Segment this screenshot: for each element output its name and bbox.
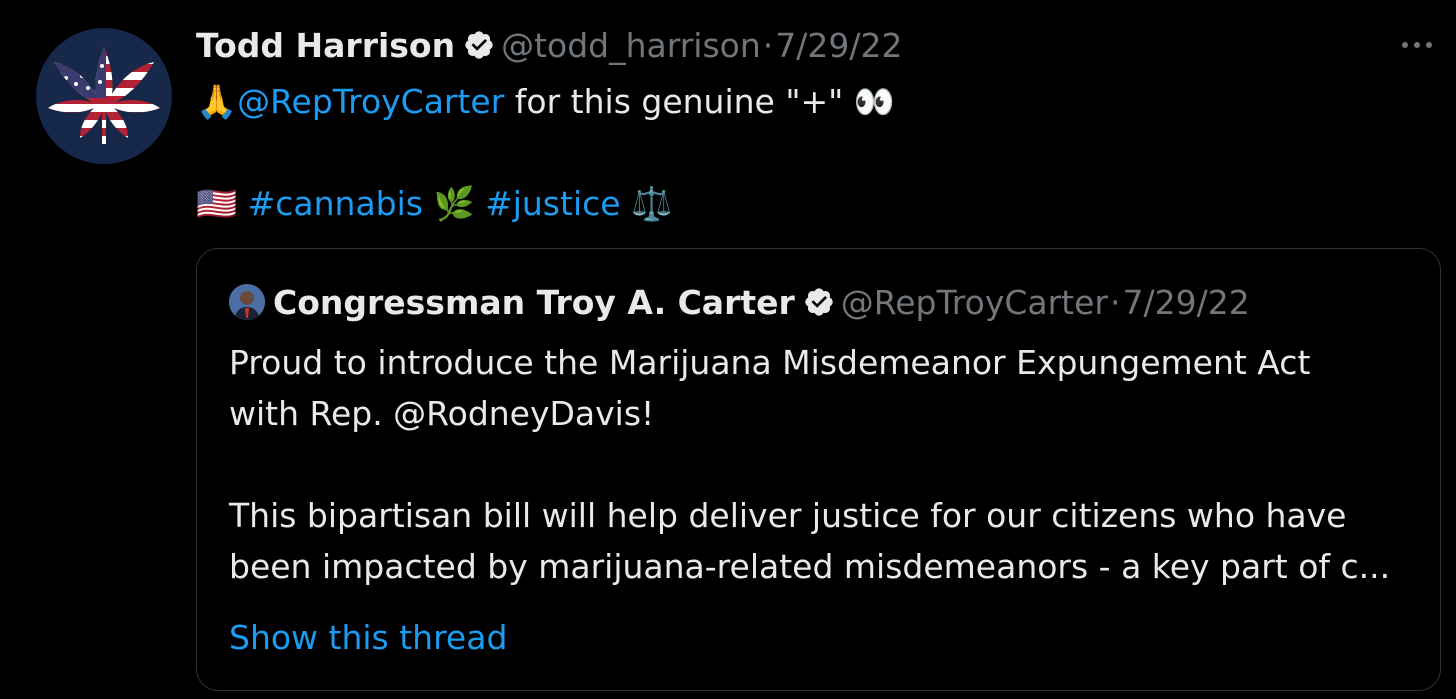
quoted-tweet[interactable]: Congressman Troy A. Carter @RepTroyCarte… <box>196 248 1441 691</box>
hashtag-justice-link[interactable]: #justice <box>485 180 620 228</box>
person-avatar-icon <box>229 284 265 320</box>
hashtag-cannabis-link[interactable]: #cannabis <box>248 180 423 228</box>
herb-emoji: 🌿 <box>433 184 475 223</box>
tweet-line-2: 🇺🇸 #cannabis 🌿 #justice ⚖️ <box>196 180 895 228</box>
quoted-tweet-body: Proud to introduce the Marijuana Misdeme… <box>229 337 1390 592</box>
eyes-emoji: 👀 <box>853 82 895 121</box>
quoted-text-line: been impacted by marijuana-related misde… <box>229 547 1391 586</box>
author-avatar[interactable] <box>36 28 172 164</box>
quoted-author-name[interactable]: Congressman Troy A. Carter <box>273 283 795 322</box>
quoted-author-avatar[interactable] <box>229 284 265 320</box>
quoted-tweet-header: Congressman Troy A. Carter @RepTroyCarte… <box>229 279 1250 325</box>
quoted-text-line: This bipartisan bill will help deliver j… <box>229 496 1347 535</box>
more-options-button[interactable] <box>1400 36 1434 48</box>
tweet-date[interactable]: 7/29/22 <box>775 26 902 65</box>
more-horizontal-icon <box>1402 42 1432 48</box>
separator-dot: · <box>1110 282 1121 322</box>
tweet-text-fragment: for this genuine "+" <box>504 82 854 121</box>
folded-hands-emoji: 🙏 <box>196 82 238 121</box>
tweet-header: Todd Harrison @todd_harrison · 7/29/22 <box>196 22 903 68</box>
separator-dot: · <box>762 25 774 65</box>
scales-emoji: ⚖️ <box>631 184 673 223</box>
author-name[interactable]: Todd Harrison <box>196 26 455 65</box>
tweet-body: 🙏 @RepTroyCarter for this genuine "+" 👀 … <box>196 78 895 228</box>
quoted-author-handle[interactable]: @RepTroyCarter <box>841 283 1108 322</box>
author-handle[interactable]: @todd_harrison <box>501 26 761 65</box>
tweet[interactable]: Todd Harrison @todd_harrison · 7/29/22 🙏… <box>0 0 1456 699</box>
verified-badge-icon <box>463 29 495 61</box>
verified-badge-icon <box>803 286 835 318</box>
quoted-tweet-date[interactable]: 7/29/22 <box>1123 283 1250 322</box>
cannabis-leaf-flag-icon <box>48 46 160 144</box>
quoted-text-line: Proud to introduce the Marijuana Misdeme… <box>229 343 1311 382</box>
tweet-line-1: 🙏 @RepTroyCarter for this genuine "+" 👀 <box>196 78 895 126</box>
mention-link[interactable]: @RepTroyCarter <box>237 78 504 126</box>
quoted-text-line: with Rep. @RodneyDavis! <box>229 394 655 433</box>
us-flag-emoji: 🇺🇸 <box>196 184 238 223</box>
show-thread-link[interactable]: Show this thread <box>229 615 507 661</box>
